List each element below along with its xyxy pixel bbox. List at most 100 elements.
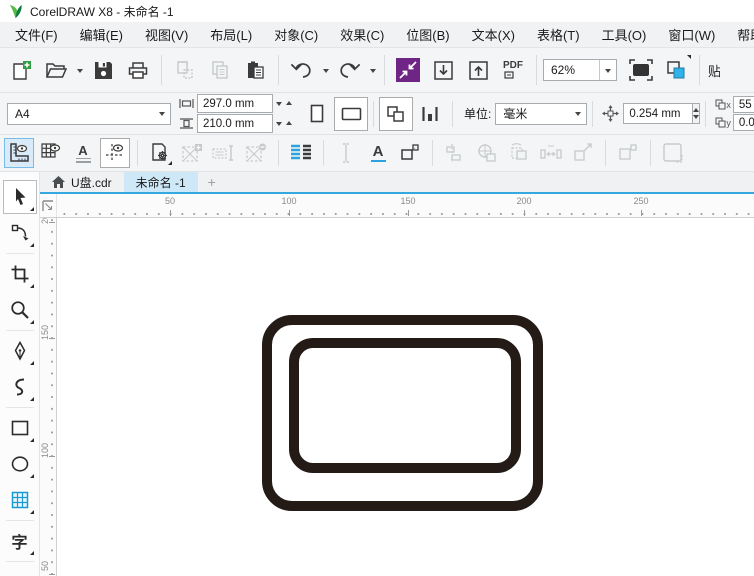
print-button[interactable] bbox=[121, 53, 155, 87]
edit-text-button[interactable]: A bbox=[363, 138, 393, 168]
paper-height-spinner[interactable] bbox=[276, 118, 292, 129]
paper-width-input[interactable]: 297.0 mm bbox=[197, 94, 273, 113]
h-ruler-label: 100 bbox=[281, 196, 296, 206]
portrait-button[interactable] bbox=[300, 97, 334, 131]
redo-dropdown-arrow[interactable] bbox=[367, 53, 378, 87]
redo-button[interactable] bbox=[332, 53, 366, 87]
new-document-button[interactable] bbox=[4, 53, 38, 87]
show-guidelines-toggle[interactable] bbox=[100, 138, 130, 168]
copy-icon bbox=[210, 60, 230, 80]
landscape-button[interactable] bbox=[334, 97, 368, 131]
menu-layout[interactable]: 布局(L) bbox=[199, 22, 263, 47]
duplicate-distance-group: x 55 y 0.0 bbox=[715, 96, 754, 131]
menu-effects[interactable]: 效果(C) bbox=[329, 22, 395, 47]
menu-object[interactable]: 对象(C) bbox=[263, 22, 329, 47]
vertical-ruler[interactable]: 200 150 100 50 bbox=[40, 218, 57, 576]
toolbar-separator bbox=[592, 101, 593, 127]
distribute-icon bbox=[539, 142, 563, 164]
current-page-button[interactable] bbox=[413, 97, 447, 131]
show-baseline-grid-toggle[interactable]: A bbox=[68, 138, 98, 168]
rectangle-tool[interactable] bbox=[3, 411, 37, 445]
menu-window[interactable]: 窗口(W) bbox=[657, 22, 726, 47]
rotate-button bbox=[504, 138, 534, 168]
object-spacing-button[interactable] bbox=[395, 138, 425, 168]
nudge-offset-spinner[interactable] bbox=[693, 103, 700, 124]
drawing-page[interactable] bbox=[57, 218, 754, 576]
crop-tool[interactable] bbox=[3, 257, 37, 291]
undo-dropdown-arrow[interactable] bbox=[320, 53, 331, 87]
zoom-level-dropdown-arrow[interactable] bbox=[599, 60, 616, 80]
import-button[interactable] bbox=[426, 53, 460, 87]
toolbar-separator bbox=[699, 55, 700, 85]
show-rulers-toggle[interactable] bbox=[4, 138, 34, 168]
coreldraw-logo-icon bbox=[8, 4, 23, 19]
export-button[interactable] bbox=[461, 53, 495, 87]
h-ruler-tick bbox=[524, 210, 525, 216]
menu-bitmaps[interactable]: 位图(B) bbox=[395, 22, 460, 47]
guidelines-eye-icon bbox=[104, 142, 126, 164]
page-size-dropdown-arrow[interactable] bbox=[153, 104, 170, 124]
flyout-indicator bbox=[30, 551, 34, 555]
save-icon bbox=[94, 61, 113, 80]
all-pages-button[interactable] bbox=[379, 97, 413, 131]
menu-file[interactable]: 文件(F) bbox=[4, 22, 69, 47]
property-bar: A4 297.0 mm bbox=[0, 93, 754, 135]
menu-table[interactable]: 表格(T) bbox=[526, 22, 591, 47]
open-dropdown-arrow[interactable] bbox=[74, 53, 85, 87]
shape-tool[interactable] bbox=[3, 216, 37, 250]
zoom-level-value: 62% bbox=[551, 63, 575, 77]
freehand-curve-tool[interactable] bbox=[3, 370, 37, 404]
h-ruler-tick bbox=[408, 210, 409, 216]
show-grid-toggle[interactable] bbox=[36, 138, 66, 168]
text-cursor-button bbox=[331, 138, 361, 168]
tab-udisk-document[interactable]: U盘.cdr bbox=[40, 172, 124, 192]
open-button[interactable] bbox=[39, 53, 73, 87]
full-screen-preview-button[interactable] bbox=[624, 53, 658, 87]
duplicate-y-input[interactable]: 0.0 bbox=[733, 114, 754, 131]
search-content-button[interactable] bbox=[391, 53, 425, 87]
menu-tools[interactable]: 工具(O) bbox=[591, 22, 658, 47]
horizontal-ruler[interactable]: 50 100 150 200 250 bbox=[57, 194, 754, 217]
units-dropdown-arrow[interactable] bbox=[569, 104, 586, 124]
crop-tool-icon bbox=[10, 264, 30, 284]
h-ruler-tick bbox=[641, 210, 642, 216]
duplicate-y-icon: y bbox=[715, 117, 731, 128]
publish-to-pdf-button[interactable]: PDF bbox=[496, 53, 530, 87]
text-tool[interactable]: 字 bbox=[3, 524, 37, 558]
flyout-indicator bbox=[30, 361, 34, 365]
menu-edit[interactable]: 编辑(E) bbox=[69, 22, 134, 47]
ellipse-tool[interactable] bbox=[3, 447, 37, 481]
tab-untitled-document[interactable]: 未命名 -1 bbox=[124, 172, 198, 192]
page-settings-button[interactable] bbox=[145, 138, 175, 168]
new-tab-button[interactable]: + bbox=[198, 172, 226, 192]
menu-help[interactable]: 帮助(H) bbox=[726, 22, 754, 47]
menu-text[interactable]: 文本(X) bbox=[461, 22, 526, 47]
columns-button[interactable] bbox=[286, 138, 316, 168]
pick-tool[interactable] bbox=[3, 180, 37, 214]
flyout-indicator bbox=[30, 207, 34, 211]
open-folder-icon bbox=[45, 61, 67, 80]
paper-height-input[interactable]: 210.0 mm bbox=[197, 114, 273, 133]
paste-button[interactable] bbox=[238, 53, 272, 87]
ruler-row: 50 100 150 200 250 bbox=[40, 194, 754, 218]
page-size-combobox[interactable]: A4 bbox=[7, 103, 171, 125]
zoom-level-combobox[interactable]: 62% bbox=[543, 59, 617, 81]
h-ruler-tick bbox=[289, 210, 290, 216]
menu-view[interactable]: 视图(V) bbox=[134, 22, 199, 47]
save-button[interactable] bbox=[86, 53, 120, 87]
show-page-layout-button[interactable] bbox=[659, 53, 693, 87]
inner-rounded-rectangle-shape[interactable] bbox=[289, 338, 521, 473]
nudge-offset-input[interactable]: 0.254 mm bbox=[623, 103, 693, 124]
units-combobox[interactable]: 毫米 bbox=[495, 103, 587, 125]
graph-paper-tool[interactable] bbox=[3, 483, 37, 517]
zoom-tool[interactable] bbox=[3, 293, 37, 327]
undo-button[interactable] bbox=[285, 53, 319, 87]
toolbar-separator bbox=[605, 140, 606, 166]
paper-width-spinner[interactable] bbox=[276, 98, 292, 109]
units-label: 单位: bbox=[464, 105, 491, 122]
duplicate-x-input[interactable]: 55 bbox=[733, 96, 754, 113]
scale-icon bbox=[572, 142, 594, 164]
snap-to-dropdown[interactable]: 贴齐(T) bbox=[708, 61, 720, 80]
pen-tool[interactable] bbox=[3, 334, 37, 368]
ruler-origin-button[interactable] bbox=[40, 194, 57, 217]
